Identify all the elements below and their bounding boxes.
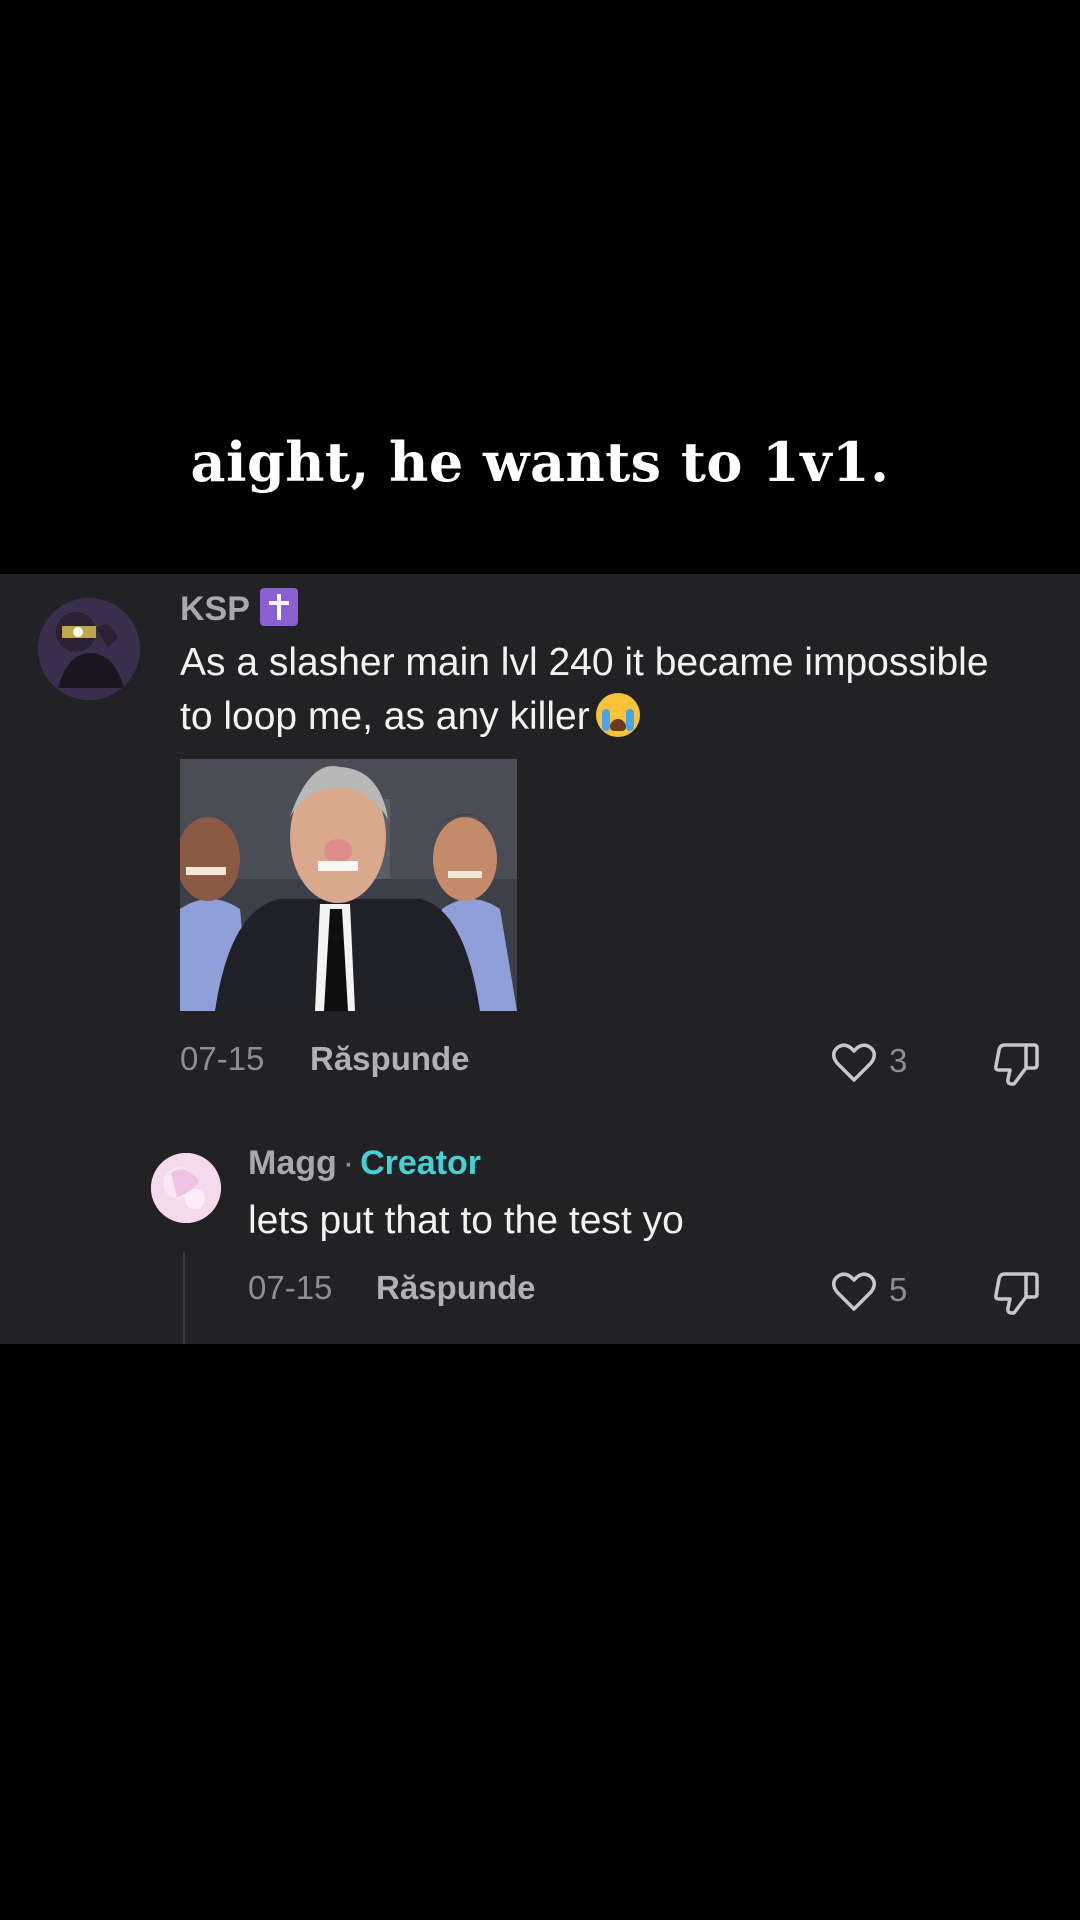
creator-avatar[interactable] — [151, 1153, 221, 1223]
reply-text: lets put that to the test yo — [248, 1199, 684, 1242]
dislike-icon[interactable] — [993, 1268, 1041, 1316]
loudly-crying-face-emoji — [595, 693, 640, 737]
reply-like-count: 5 — [889, 1271, 908, 1308]
comments-panel: KSP As a slasher main lvl 240 it became … — [0, 574, 1080, 1344]
dislike-icon[interactable] — [993, 1039, 1041, 1087]
creator-badge: Creator — [360, 1144, 482, 1182]
video-caption: aight, he wants to 1v1. — [190, 430, 890, 494]
reply-date: 07-15 — [248, 1269, 333, 1306]
thread-line — [183, 1252, 185, 1344]
creator-username[interactable]: Magg · Creator — [248, 1144, 481, 1183]
like-count: 3 — [889, 1042, 908, 1079]
comment-text: As a slasher main lvl 240 it became impo… — [180, 641, 989, 738]
heart-icon[interactable] — [830, 1039, 878, 1087]
reply-button[interactable]: Răspunde — [310, 1040, 470, 1078]
commenter-username[interactable]: KSP — [180, 588, 298, 629]
reply-to-reply-button[interactable]: Răspunde — [376, 1269, 536, 1307]
latin-cross-icon — [259, 588, 298, 626]
heart-icon[interactable] — [830, 1268, 878, 1316]
comment-image[interactable] — [180, 759, 517, 1011]
commenter-avatar[interactable] — [38, 598, 140, 700]
comment-date: 07-15 — [180, 1040, 265, 1077]
